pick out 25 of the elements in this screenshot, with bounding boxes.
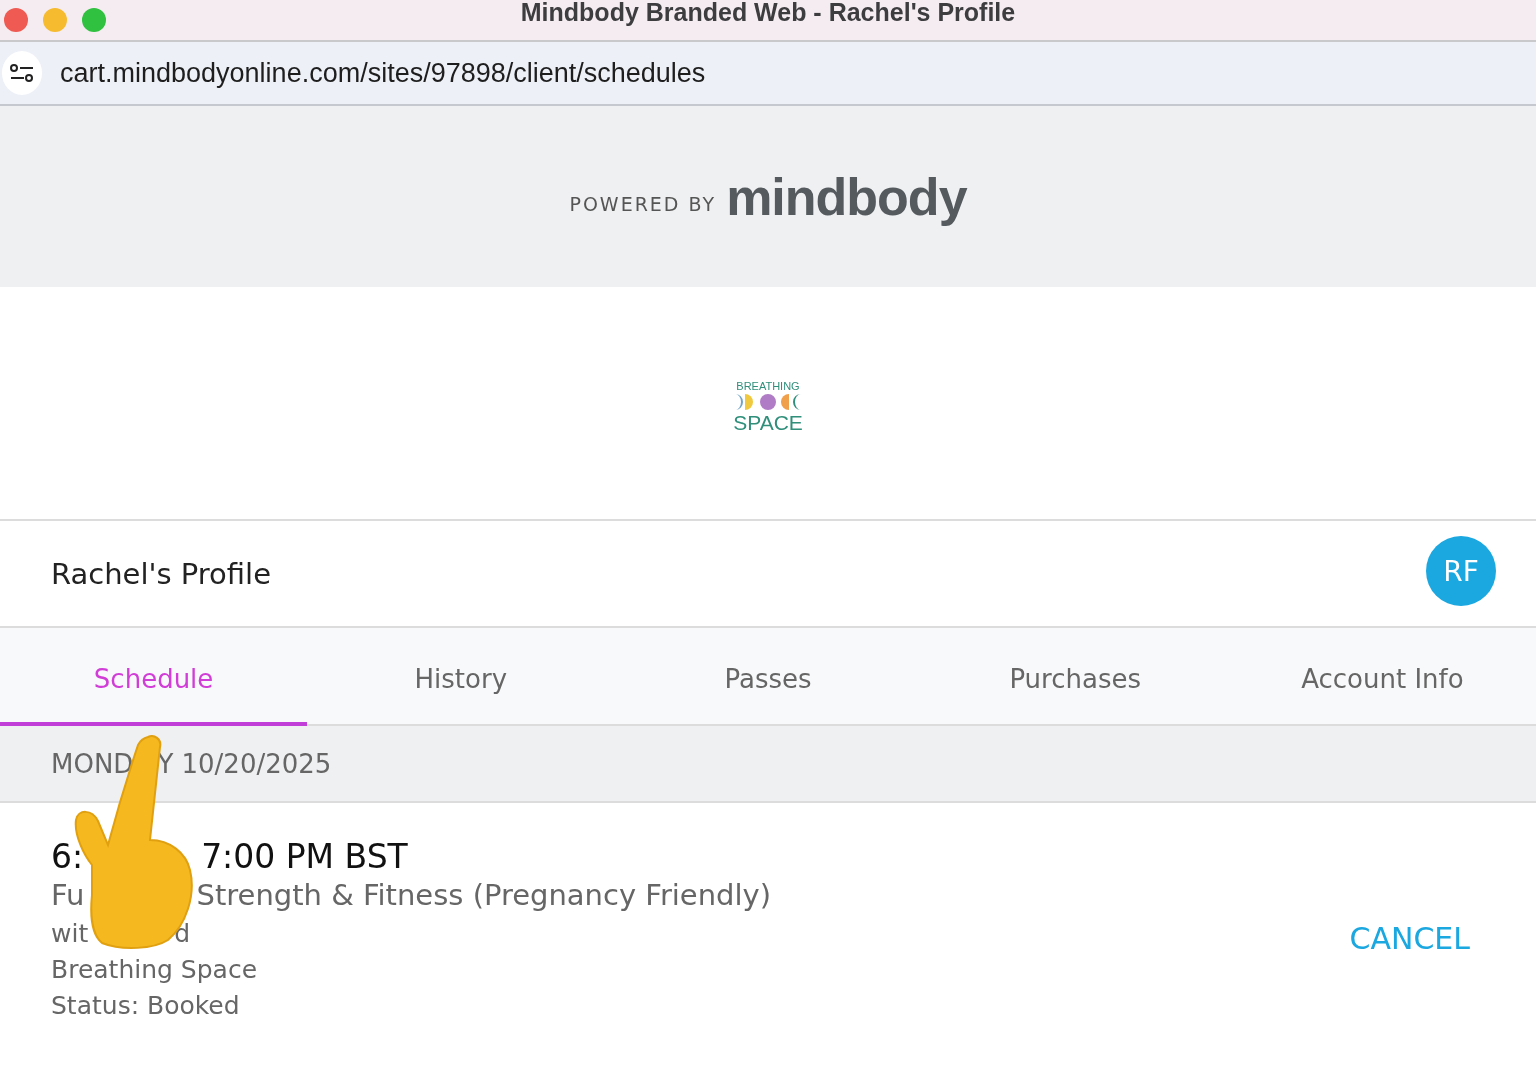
instructor-text: d (174, 919, 191, 948)
close-icon[interactable] (4, 8, 28, 32)
cancel-button[interactable]: CANCEL (1343, 920, 1476, 957)
time-text: 6: (51, 837, 84, 876)
status-text: Status: Booked (51, 991, 240, 1020)
minimize-icon[interactable] (43, 8, 67, 32)
class-name: Fu (51, 878, 85, 912)
avatar[interactable]: RF (1426, 536, 1496, 606)
date-text: MOND (51, 748, 134, 779)
window-title: Mindbody Branded Web - Rachel's Profile (519, 0, 1017, 27)
tab[interactable]: History (307, 628, 615, 726)
profile-title: Rachel's Profile (51, 556, 271, 591)
maximize-icon[interactable] (82, 8, 106, 32)
brand-logo: mindbody (726, 166, 967, 227)
studio-logo: BREATHING SPACE (733, 379, 803, 433)
tab[interactable]: Purchases (921, 628, 1229, 726)
instructor-text: wit (51, 919, 89, 948)
tab[interactable]: Passes (614, 628, 922, 726)
sliders-icon[interactable] (2, 51, 42, 95)
powered-by-text: POWERED BY (569, 192, 717, 215)
tab[interactable]: Account Info (1228, 628, 1536, 726)
url-text[interactable]: cart.mindbodyonline.com/sites/97898/client/schedules (60, 57, 706, 89)
location-text: Breathing Space (51, 955, 258, 984)
time-text: 7:00 PM BST (201, 837, 408, 876)
class-name: Strength & Fitness (Pregnancy Friendly) (196, 878, 772, 912)
